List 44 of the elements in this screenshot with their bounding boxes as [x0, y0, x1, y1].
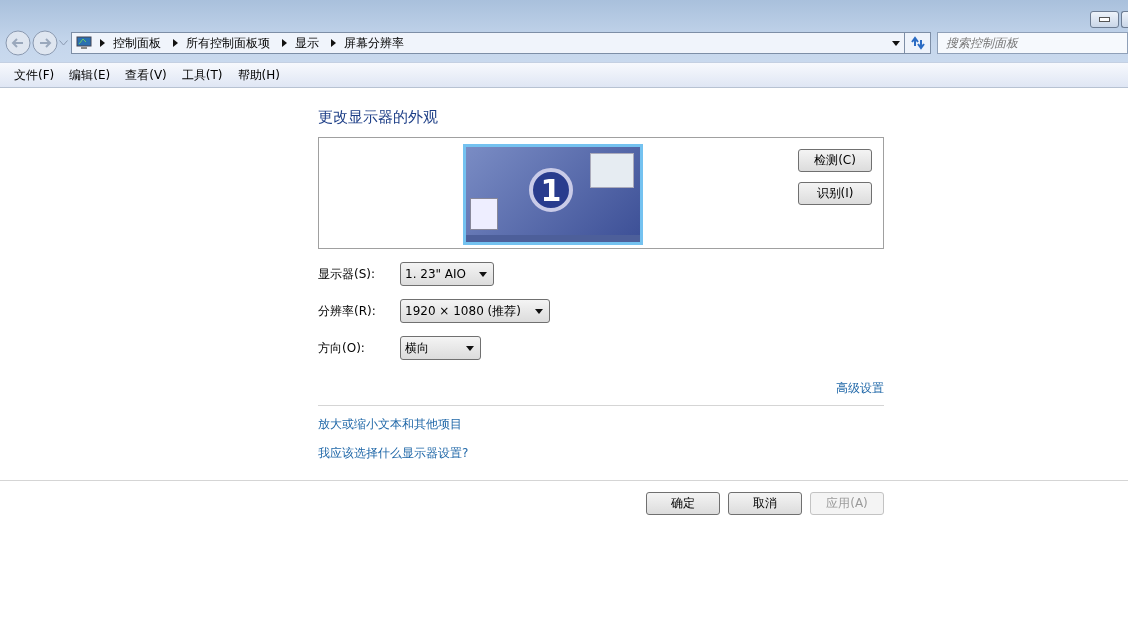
chevron-right-icon [331, 39, 336, 47]
dropdown-arrow-icon[interactable] [892, 40, 900, 46]
dropdown-arrow-icon [466, 345, 474, 351]
refresh-button[interactable] [905, 32, 931, 54]
breadcrumb-item[interactable]: 控制面板 [113, 34, 161, 52]
menu-item[interactable]: 编辑(E) [63, 66, 117, 84]
minimize-button[interactable] [1090, 11, 1119, 28]
preview-button[interactable]: 检测(C) [798, 149, 872, 172]
back-button[interactable] [5, 30, 31, 56]
window-thumbnail [590, 153, 634, 188]
setting-dropdown[interactable]: 1920 × 1080 (推荐) [400, 299, 550, 323]
setting-label: 显示器(S): [318, 265, 377, 283]
window-thumbnail [470, 198, 498, 230]
preview-button[interactable]: 识别(I) [798, 182, 872, 205]
breadcrumb-item[interactable]: 显示 [295, 34, 319, 52]
menu-item[interactable]: 文件(F) [8, 66, 61, 84]
page-heading: 更改显示器的外观 [318, 108, 439, 127]
advanced-settings-link[interactable]: 高级设置 [836, 380, 884, 397]
monitor-icon [76, 36, 92, 50]
setting-label: 分辨率(R): [318, 302, 377, 320]
chevron-right-icon [173, 39, 178, 47]
dialog-button[interactable]: 取消 [728, 492, 802, 515]
chevron-right-icon [282, 39, 287, 47]
dialog-button[interactable]: 确定 [646, 492, 720, 515]
monitor-number: 1 [529, 168, 573, 212]
refresh-icon [909, 36, 926, 50]
forward-button[interactable] [32, 30, 58, 56]
breadcrumb-item[interactable]: 屏幕分辨率 [344, 34, 404, 52]
dropdown-arrow-icon [479, 271, 487, 277]
search-field[interactable]: 搜索控制面板 [937, 32, 1128, 54]
menu-item[interactable]: 查看(V) [119, 66, 173, 84]
help-link[interactable]: 放大或缩小文本和其他项目 [318, 416, 462, 433]
dropdown-arrow-icon [535, 308, 543, 314]
menu-item[interactable]: 工具(T) [175, 66, 229, 84]
menu-item[interactable]: 帮助(H) [231, 66, 286, 84]
maximize-button[interactable] [1121, 11, 1128, 28]
address-bar[interactable]: 控制面板 所有控制面板项 显示 屏幕分辨率 [71, 32, 905, 54]
setting-label: 方向(O): [318, 339, 366, 357]
setting-dropdown[interactable]: 横向 [400, 336, 481, 360]
chevron-right-icon [100, 39, 105, 47]
breadcrumb-item[interactable]: 所有控制面板项 [186, 34, 270, 52]
help-link[interactable]: 我应该选择什么显示器设置? [318, 445, 469, 462]
monitor-thumbnail[interactable]: 1 [463, 144, 643, 245]
setting-dropdown[interactable]: 1. 23" AIO [400, 262, 494, 286]
